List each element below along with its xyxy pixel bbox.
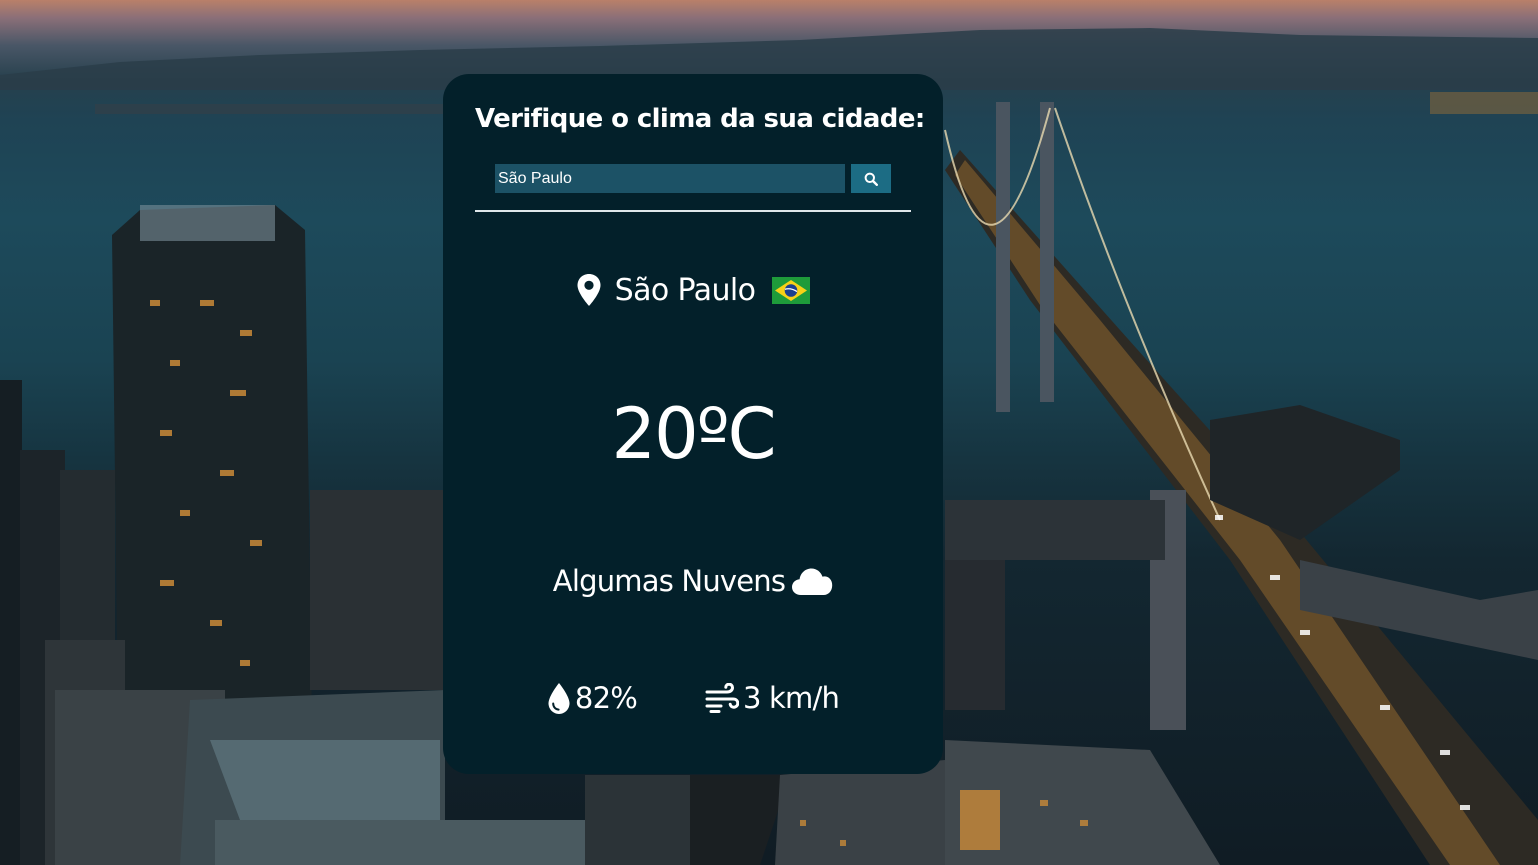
- wind-icon: [705, 683, 739, 713]
- wind-detail: 3 km/h: [705, 681, 840, 715]
- map-pin-icon: [576, 273, 602, 307]
- location-row: São Paulo: [443, 268, 943, 312]
- search-button[interactable]: [851, 164, 891, 193]
- temperature-value: 20ºC: [611, 393, 777, 475]
- search-icon: [864, 172, 878, 186]
- cloud-icon: [791, 566, 833, 596]
- description-row: Algumas Nuvens: [443, 558, 943, 604]
- divider: [475, 210, 911, 212]
- weather-card: Verifique o clima da sua cidade: São Pau…: [443, 74, 943, 774]
- wind-speed-value: 3 km/h: [742, 681, 840, 715]
- water-drop-icon: [547, 682, 571, 715]
- details-row: 82% 3 km/h: [443, 676, 943, 720]
- page-title: Verifique o clima da sua cidade:: [475, 104, 925, 134]
- humidity-value: 82%: [574, 681, 638, 715]
- humidity-detail: 82%: [547, 681, 638, 715]
- city-search-input[interactable]: [495, 164, 845, 193]
- brazil-flag-icon: [772, 276, 811, 304]
- city-name: São Paulo: [614, 272, 756, 308]
- weather-description: Algumas Nuvens: [552, 564, 786, 598]
